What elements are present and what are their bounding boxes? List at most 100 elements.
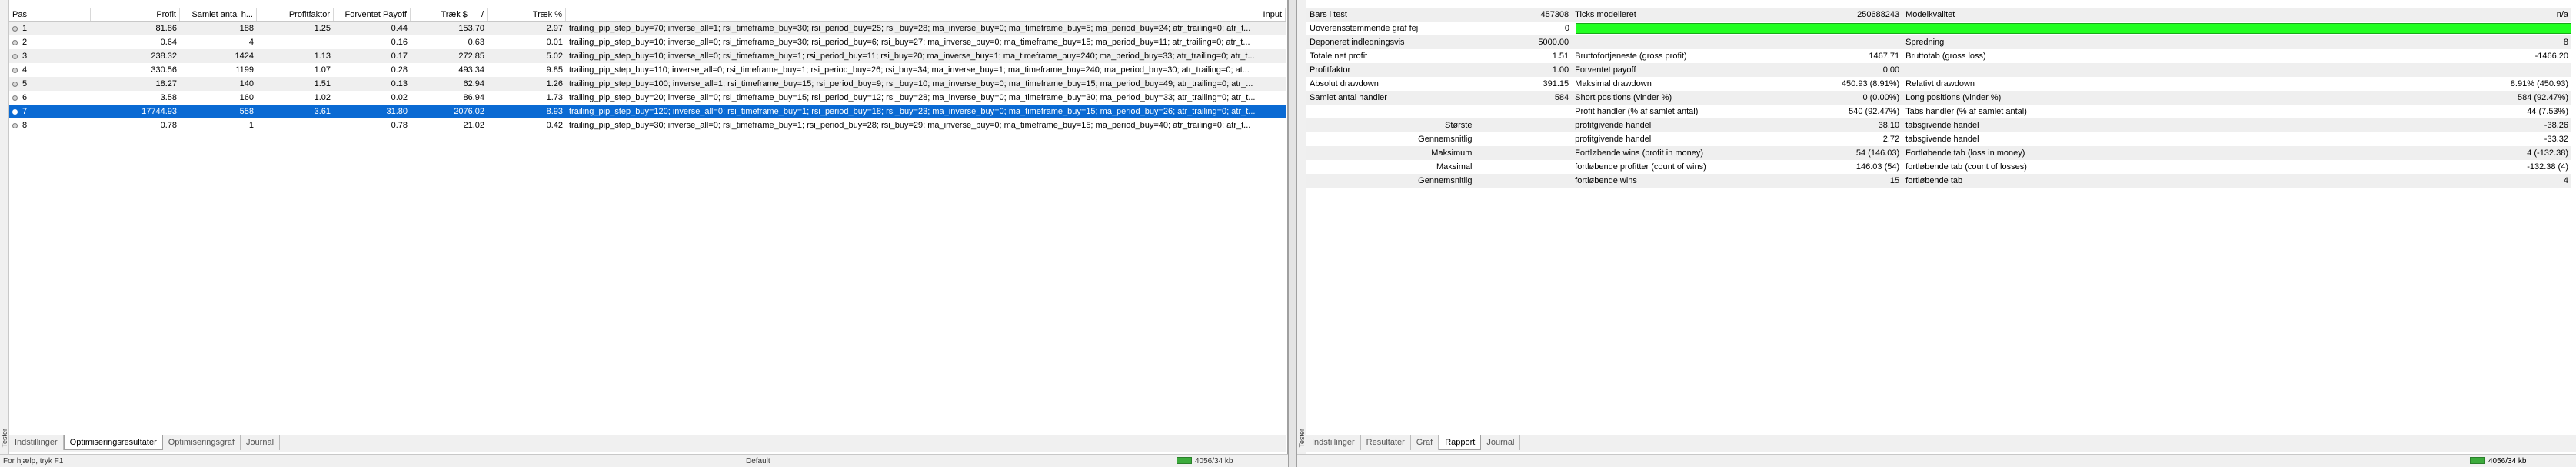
col-header-drawdown-pct[interactable]: Træk % <box>488 8 566 21</box>
report-label: Profitfaktor <box>1310 65 1351 75</box>
cell-payoff: 0.17 <box>391 52 408 61</box>
report-label: Bars i test <box>1310 10 1347 19</box>
report-label: Deponeret indledningsvis <box>1310 38 1405 47</box>
report-label: tabsgivende handel <box>1905 135 1979 144</box>
panel-splitter[interactable] <box>1288 0 1297 467</box>
tab-journal[interactable]: Journal <box>241 435 281 450</box>
cell-profit-factor <box>257 35 334 49</box>
cell-pas: 3 <box>9 49 91 63</box>
report-value: 250688243 <box>1857 10 1900 19</box>
report-value: 1.00 <box>1552 65 1569 75</box>
col-header-trades[interactable]: Samlet antal h... <box>180 8 257 21</box>
cell-input: trailing_pip_step_buy=20; inverse_all=0;… <box>569 93 1256 102</box>
tester-vertical-tab-right[interactable]: Tester <box>1297 0 1306 454</box>
cell-payoff: 0.13 <box>391 79 408 88</box>
status-connection: 4056/34 kb <box>1177 457 1233 465</box>
cell-pas: 8 <box>9 118 91 132</box>
status-bar: For hjælp, tryk F1 Default 4056/34 kb <box>0 454 1288 467</box>
report-row: Maksimum Fortløbende wins (profit in mone… <box>1306 146 2571 160</box>
report-value <box>1475 132 1572 146</box>
table-row[interactable]: 6 3.58 160 1.02 0.02 86.94 1.73 trailing_pip_st… <box>9 91 1286 105</box>
report-label: tabsgivende handel <box>1905 121 1979 130</box>
report-label: Modelkvalitet <box>1905 10 1955 19</box>
cell-payoff: 0.44 <box>391 24 408 33</box>
report-label: Gennemsnitlig <box>1418 176 1473 185</box>
cell-drawdown: 21.02 <box>463 121 484 130</box>
cell-input: trailing_pip_step_buy=30; inverse_all=0;… <box>569 121 1251 130</box>
report-label: Maksimum <box>1431 148 1473 158</box>
report-label: fortløbende wins <box>1575 176 1637 185</box>
tab-optimiseringsgraf[interactable]: Optimiseringsgraf <box>163 435 241 450</box>
report-label: Fortløbende tab (loss in money) <box>1905 148 2025 158</box>
report-label <box>1572 35 1756 49</box>
pass-number: 5 <box>22 79 28 88</box>
table-row[interactable]: 8 0.78 1 0.78 21.02 0.42 trailing_pip_step_buy… <box>9 118 1286 132</box>
cell-input: trailing_pip_step_buy=110; inverse_all=0… <box>569 65 1250 75</box>
cell-drawdown-pct: 9.85 <box>546 65 563 75</box>
tab-journal-right[interactable]: Journal <box>1481 435 1521 450</box>
report-value: 0 <box>1564 24 1569 33</box>
report-label: Long positions (vinder %) <box>1905 93 2002 102</box>
cell-drawdown-pct: 2.97 <box>546 24 563 33</box>
cell-trades: 140 <box>239 79 254 88</box>
connection-text: 4056/34 kb <box>1195 457 1233 465</box>
tab-rapport[interactable]: Rapport <box>1439 435 1482 450</box>
tab-optimiseringsresultater[interactable]: Optimiseringsresultater <box>63 435 163 450</box>
report-row: Profit handler (% af samlet antal) 540 (9… <box>1306 105 2571 118</box>
table-row[interactable]: 7 17744.93 558 3.61 31.80 2076.02 8.93 trailing… <box>9 105 1286 118</box>
report-value: -1466.20 <box>2534 52 2568 61</box>
report-label: Maksimal drawdown <box>1575 79 1652 88</box>
col-header-profit[interactable]: Profit <box>91 8 180 21</box>
cell-profit-factor: 1.13 <box>314 52 331 61</box>
report-value: 15 <box>1889 176 1900 185</box>
report-label: Short positions (vinder %) <box>1575 93 1672 102</box>
col-header-input[interactable]: Input <box>566 8 1286 21</box>
report-value <box>2186 63 2571 77</box>
report-label: Relativt drawdown <box>1905 79 1975 88</box>
tab-indstillinger-right[interactable]: Indstillinger <box>1306 435 1361 450</box>
pass-status-icon <box>12 40 18 45</box>
tester-vertical-label-right: Tester <box>1298 429 1306 448</box>
table-row[interactable]: 2 0.64 4 0.16 0.63 0.01 trailing_pip_step_buy=… <box>9 35 1286 49</box>
report-label: Profit handler (% af samlet antal) <box>1575 107 1699 116</box>
pass-status-icon <box>12 109 18 115</box>
report-value <box>1475 118 1572 132</box>
cell-profit-factor: 1.51 <box>314 79 331 88</box>
cell-pas: 6 <box>9 91 91 105</box>
cell-drawdown: 2076.02 <box>454 107 484 116</box>
tab-graf[interactable]: Graf <box>1411 435 1439 450</box>
report-value: -33.32 <box>2544 135 2568 144</box>
report-row: Deponeret indledningsvis 5000.00 Spredning… <box>1306 35 2571 49</box>
report-value <box>1475 174 1572 188</box>
pass-number: 8 <box>22 121 28 130</box>
table-row[interactable]: 3 238.32 1424 1.13 0.17 272.85 5.02 trailing_pi… <box>9 49 1286 63</box>
tab-indstillinger[interactable]: Indstillinger <box>9 435 64 450</box>
table-row[interactable]: 5 18.27 140 1.51 0.13 62.94 1.26 trailing_pip_s… <box>9 77 1286 91</box>
report-value: 4 (-132.38) <box>2527 148 2568 158</box>
cell-drawdown: 153.70 <box>458 24 484 33</box>
tester-vertical-tab[interactable]: Tester <box>0 0 9 454</box>
tester-vertical-label: Tester <box>1 429 8 448</box>
report-value: 1.51 <box>1552 52 1569 61</box>
col-header-drawdown[interactable]: Træk $ / <box>411 8 488 21</box>
report-value: 54 (146.03) <box>1855 148 1900 158</box>
cell-profit-factor: 1.02 <box>314 93 331 102</box>
cell-profit: 17744.93 <box>141 107 177 116</box>
col-header-pas[interactable]: Pas <box>9 8 91 21</box>
table-body: 1 81.86 188 1.25 0.44 153.70 2.97 trailing_pip_… <box>9 22 1286 132</box>
cell-input: trailing_pip_step_buy=70; inverse_all=1;… <box>569 24 1251 33</box>
report-row: Gennemsnitlig profitgivende handel 2.72 tab… <box>1306 132 2571 146</box>
table-row[interactable]: 4 330.56 1199 1.07 0.28 493.34 9.85 trailing_pi… <box>9 63 1286 77</box>
cell-profit: 18.27 <box>155 79 177 88</box>
report-value: 391.15 <box>1543 79 1569 88</box>
cell-profit: 0.78 <box>160 121 177 130</box>
report-row: Uoverensstemmende graf fejl 0 <box>1306 22 2571 35</box>
report-value: 540 (92.47%) <box>1849 107 1900 116</box>
tab-resultater[interactable]: Resultater <box>1361 435 1411 450</box>
pass-number: 6 <box>22 93 28 102</box>
report-value: 0.00 <box>1882 65 1900 75</box>
col-header-payoff[interactable]: Forventet Payoff <box>334 8 411 21</box>
col-header-profit-factor[interactable]: Profitfaktor <box>257 8 334 21</box>
cell-payoff: 0.02 <box>391 93 408 102</box>
table-row[interactable]: 1 81.86 188 1.25 0.44 153.70 2.97 trailing_pip_… <box>9 22 1286 35</box>
